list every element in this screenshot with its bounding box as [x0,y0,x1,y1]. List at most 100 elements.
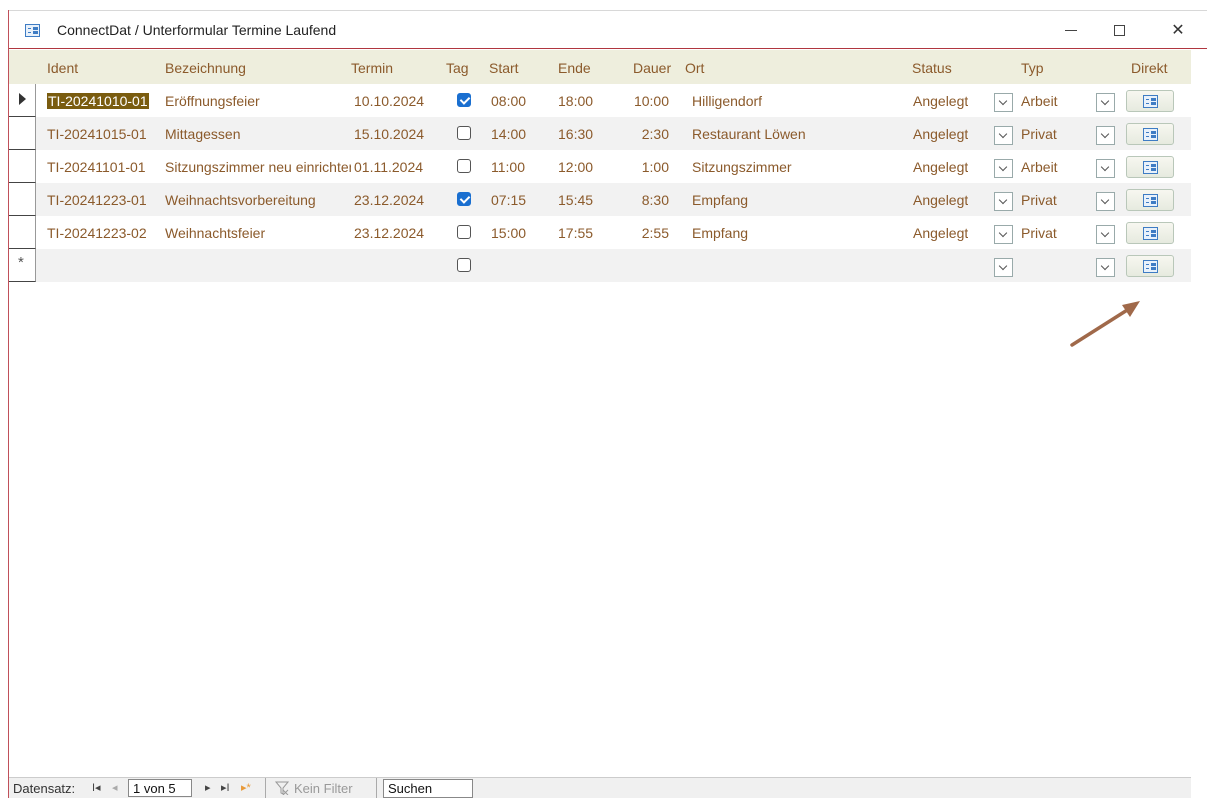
cell-dauer[interactable]: 1:00 [619,159,669,175]
record-selector[interactable] [9,84,36,117]
record-selector[interactable] [9,117,36,150]
cell-typ[interactable]: Privat [1021,225,1057,241]
cell-bezeichnung[interactable]: Weihnachtsvorbereitung [165,192,351,208]
table-row[interactable]: TI-20241223-01 Weihnachtsvorbereitung 23… [9,183,1191,216]
table-row[interactable]: TI-20241015-01 Mittagessen 15.10.2024 14… [9,117,1191,150]
cell-bezeichnung[interactable]: Mittagessen [165,126,351,142]
cell-ort[interactable]: Hilligendorf [692,93,892,109]
header-tag[interactable]: Tag [446,60,469,76]
cell-tag-checkbox[interactable] [457,258,471,272]
previous-record-icon[interactable]: ◂ [112,781,118,794]
cell-ende[interactable]: 15:45 [558,192,593,208]
cell-status[interactable]: Angelegt [913,225,968,241]
direkt-open-form-button[interactable] [1126,90,1174,112]
cell-ende[interactable]: 16:30 [558,126,593,142]
new-record-row[interactable]: * [9,249,1191,282]
cell-typ[interactable]: Arbeit [1021,159,1058,175]
direkt-open-form-button[interactable] [1126,123,1174,145]
table-row[interactable]: TI-20241223-02 Weihnachtsfeier 23.12.202… [9,216,1191,249]
typ-dropdown-button[interactable] [1096,225,1115,244]
header-ident[interactable]: Ident [47,60,78,76]
next-record-icon[interactable]: ▸ [205,781,211,794]
direkt-open-form-button[interactable] [1126,222,1174,244]
search-input[interactable]: Suchen [383,779,473,798]
cell-termin[interactable]: 01.11.2024 [354,159,439,175]
cell-start[interactable]: 11:00 [491,159,525,175]
record-selector[interactable] [9,216,36,249]
cell-dauer[interactable]: 2:55 [619,225,669,241]
close-button[interactable]: ✕ [1155,15,1201,45]
maximize-button[interactable] [1096,15,1142,45]
cell-ende[interactable]: 18:00 [558,93,593,109]
current-record-field[interactable]: 1 von 5 [128,779,192,797]
status-dropdown-button[interactable] [994,93,1013,112]
header-ende[interactable]: Ende [558,60,591,76]
cell-termin[interactable]: 23.12.2024 [354,192,439,208]
direkt-open-form-button[interactable] [1126,255,1174,277]
first-record-icon[interactable]: I◂ [92,781,101,794]
cell-tag-checkbox[interactable] [457,126,471,140]
record-selector[interactable] [9,183,36,216]
header-termin[interactable]: Termin [351,60,393,76]
cell-status[interactable]: Angelegt [913,159,968,175]
direkt-open-form-button[interactable] [1126,189,1174,211]
cell-typ[interactable]: Arbeit [1021,93,1058,109]
cell-ident[interactable]: TI-20241015-01 [47,126,165,142]
cell-ident[interactable]: TI-20241223-02 [47,225,165,241]
cell-ende[interactable]: 12:00 [558,159,593,175]
header-start[interactable]: Start [489,60,519,76]
cell-status[interactable]: Angelegt [913,93,968,109]
minimize-button[interactable] [1048,15,1094,45]
typ-dropdown-button[interactable] [1096,258,1115,277]
title-bar[interactable]: ConnectDat / Unterformular Termine Laufe… [9,11,1207,49]
cell-ende[interactable]: 17:55 [558,225,593,241]
typ-dropdown-button[interactable] [1096,192,1115,211]
cell-dauer[interactable]: 10:00 [619,93,669,109]
cell-status[interactable]: Angelegt [913,192,968,208]
filter-status-button[interactable]: Kein Filter [294,781,353,796]
status-dropdown-button[interactable] [994,258,1013,277]
cell-ident[interactable]: TI-20241101-01 [47,159,165,175]
cell-ort[interactable]: Restaurant Löwen [692,126,892,142]
cell-tag-checkbox[interactable] [457,159,471,173]
record-selector[interactable] [9,150,36,183]
direkt-open-form-button[interactable] [1126,156,1174,178]
new-record-nav-icon[interactable]: ▸* [241,781,251,794]
header-dauer[interactable]: Dauer [633,60,671,76]
typ-dropdown-button[interactable] [1096,126,1115,145]
record-selector[interactable]: * [9,249,36,282]
cell-bezeichnung[interactable]: Weihnachtsfeier [165,225,351,241]
cell-start[interactable]: 07:15 [491,192,526,208]
last-record-icon[interactable]: ▸I [221,781,230,794]
status-dropdown-button[interactable] [994,159,1013,178]
cell-status[interactable]: Angelegt [913,126,968,142]
header-direkt[interactable]: Direkt [1131,60,1168,76]
cell-bezeichnung[interactable]: Eröffnungsfeier [165,93,351,109]
status-dropdown-button[interactable] [994,126,1013,145]
cell-bezeichnung[interactable]: Sitzungszimmer neu einrichten [165,159,351,175]
cell-start[interactable]: 14:00 [491,126,526,142]
cell-tag-checkbox[interactable] [457,93,471,107]
status-dropdown-button[interactable] [994,192,1013,211]
cell-dauer[interactable]: 8:30 [619,192,669,208]
table-row[interactable]: TI-20241101-01 Sitzungszimmer neu einric… [9,150,1191,183]
typ-dropdown-button[interactable] [1096,159,1115,178]
typ-dropdown-button[interactable] [1096,93,1115,112]
cell-typ[interactable]: Privat [1021,192,1057,208]
cell-start[interactable]: 08:00 [491,93,526,109]
header-ort[interactable]: Ort [685,60,704,76]
header-status[interactable]: Status [912,60,952,76]
cell-termin[interactable]: 15.10.2024 [354,126,439,142]
cell-ident[interactable]: TI-20241010-01 [47,93,165,109]
cell-ort[interactable]: Empfang [692,192,892,208]
cell-ort[interactable]: Empfang [692,225,892,241]
table-row[interactable]: TI-20241010-01 Eröffnungsfeier 10.10.202… [9,84,1191,117]
cell-tag-checkbox[interactable] [457,192,471,206]
cell-start[interactable]: 15:00 [491,225,526,241]
status-dropdown-button[interactable] [994,225,1013,244]
cell-ort[interactable]: Sitzungszimmer [692,159,892,175]
cell-dauer[interactable]: 2:30 [619,126,669,142]
cell-tag-checkbox[interactable] [457,225,471,239]
header-typ[interactable]: Typ [1021,60,1044,76]
cell-typ[interactable]: Privat [1021,126,1057,142]
